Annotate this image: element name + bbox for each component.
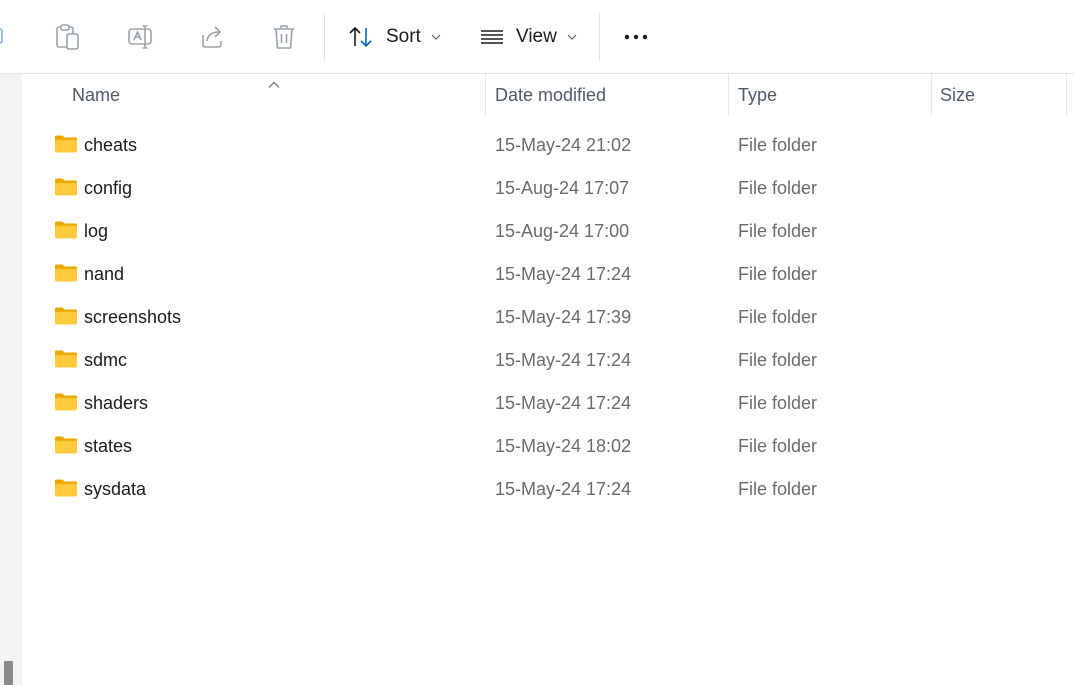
folder-icon	[54, 220, 78, 245]
file-name: cheats	[84, 135, 138, 155]
file-date-modified: 15-May-24 21:02	[495, 135, 632, 155]
sort-label: Sort	[386, 26, 421, 47]
share-icon	[199, 23, 227, 51]
file-row[interactable]: states 15-May-24 18:02 File folder	[22, 425, 1075, 468]
column-header-size-label: Size	[940, 84, 976, 105]
view-button[interactable]: View	[480, 19, 577, 55]
file-name: screenshots	[84, 307, 182, 327]
file-name: states	[84, 436, 133, 456]
file-type: File folder	[738, 178, 818, 198]
view-label: View	[516, 26, 557, 47]
sort-icon	[348, 25, 374, 49]
file-row[interactable]: sysdata 15-May-24 17:24 File folder	[22, 468, 1075, 511]
file-type: File folder	[738, 479, 818, 499]
sort-button[interactable]: Sort	[348, 19, 441, 55]
more-options-button[interactable]	[623, 19, 651, 55]
file-date-modified: 15-Aug-24 17:07	[495, 178, 630, 198]
folder-icon	[54, 134, 78, 159]
paste-icon	[55, 23, 81, 51]
folder-icon	[54, 392, 78, 417]
column-header-date-modified[interactable]: Date modified	[495, 74, 727, 116]
file-row[interactable]: config 15-Aug-24 17:07 File folder	[22, 167, 1075, 210]
toolbar-separator	[599, 13, 600, 61]
file-type: File folder	[738, 221, 818, 241]
file-type: File folder	[738, 135, 818, 155]
delete-icon	[272, 23, 296, 51]
folder-icon	[54, 177, 78, 202]
rename-button[interactable]	[127, 19, 155, 55]
folder-icon	[54, 349, 78, 374]
file-date-modified: 15-May-24 17:24	[495, 479, 632, 499]
file-name: sysdata	[84, 479, 147, 499]
file-explorer-window: Sort View Name Date modified Type Size c…	[0, 0, 1075, 685]
more-icon	[623, 33, 651, 41]
file-name: sdmc	[84, 350, 128, 370]
file-name: log	[84, 221, 109, 241]
column-headers: Name Date modified Type Size	[22, 74, 1075, 116]
share-button[interactable]	[199, 19, 227, 55]
column-divider[interactable]	[728, 74, 729, 116]
file-list: cheats 15-May-24 21:02 File folder confi…	[22, 124, 1075, 511]
file-date-modified: 15-May-24 18:02	[495, 436, 632, 456]
file-type: File folder	[738, 436, 818, 456]
file-row[interactable]: nand 15-May-24 17:24 File folder	[22, 253, 1075, 296]
file-date-modified: 15-May-24 17:24	[495, 264, 632, 284]
file-type: File folder	[738, 307, 818, 327]
file-date-modified: 15-May-24 17:39	[495, 307, 632, 327]
navigation-scrollbar-thumb[interactable]	[4, 661, 13, 685]
folder-icon	[54, 263, 78, 288]
folder-icon	[54, 478, 78, 503]
file-name: config	[84, 178, 133, 198]
file-date-modified: 15-May-24 17:24	[495, 350, 632, 370]
chevron-down-icon	[431, 28, 441, 46]
column-header-name[interactable]: Name	[72, 74, 484, 116]
command-bar: Sort View	[0, 0, 1075, 74]
rename-icon	[127, 23, 155, 51]
file-type: File folder	[738, 264, 818, 284]
file-row[interactable]: shaders 15-May-24 17:24 File folder	[22, 382, 1075, 425]
column-header-size[interactable]: Size	[940, 74, 1064, 116]
toolbar-separator	[324, 13, 325, 61]
chevron-down-icon	[567, 28, 577, 46]
file-name: shaders	[84, 393, 149, 413]
file-row[interactable]: sdmc 15-May-24 17:24 File folder	[22, 339, 1075, 382]
column-header-type[interactable]: Type	[738, 74, 930, 116]
copy-icon	[0, 25, 8, 49]
column-header-name-label: Name	[72, 84, 121, 105]
copy-button[interactable]	[0, 19, 8, 55]
file-type: File folder	[738, 350, 818, 370]
navigation-pane	[0, 74, 22, 685]
file-row[interactable]: log 15-Aug-24 17:00 File folder	[22, 210, 1075, 253]
file-row[interactable]: cheats 15-May-24 21:02 File folder	[22, 124, 1075, 167]
column-divider[interactable]	[931, 74, 932, 116]
file-row[interactable]: screenshots 15-May-24 17:39 File folder	[22, 296, 1075, 339]
column-header-date-label: Date modified	[495, 84, 607, 105]
folder-icon	[54, 435, 78, 460]
file-name: nand	[84, 264, 125, 284]
file-date-modified: 15-May-24 17:24	[495, 393, 632, 413]
file-type: File folder	[738, 393, 818, 413]
column-divider[interactable]	[485, 74, 486, 116]
folder-icon	[54, 306, 78, 331]
delete-button[interactable]	[272, 19, 296, 55]
paste-button[interactable]	[55, 19, 81, 55]
file-date-modified: 15-Aug-24 17:00	[495, 221, 630, 241]
column-divider[interactable]	[1066, 74, 1067, 116]
view-icon	[480, 27, 504, 47]
column-header-type-label: Type	[738, 84, 778, 105]
